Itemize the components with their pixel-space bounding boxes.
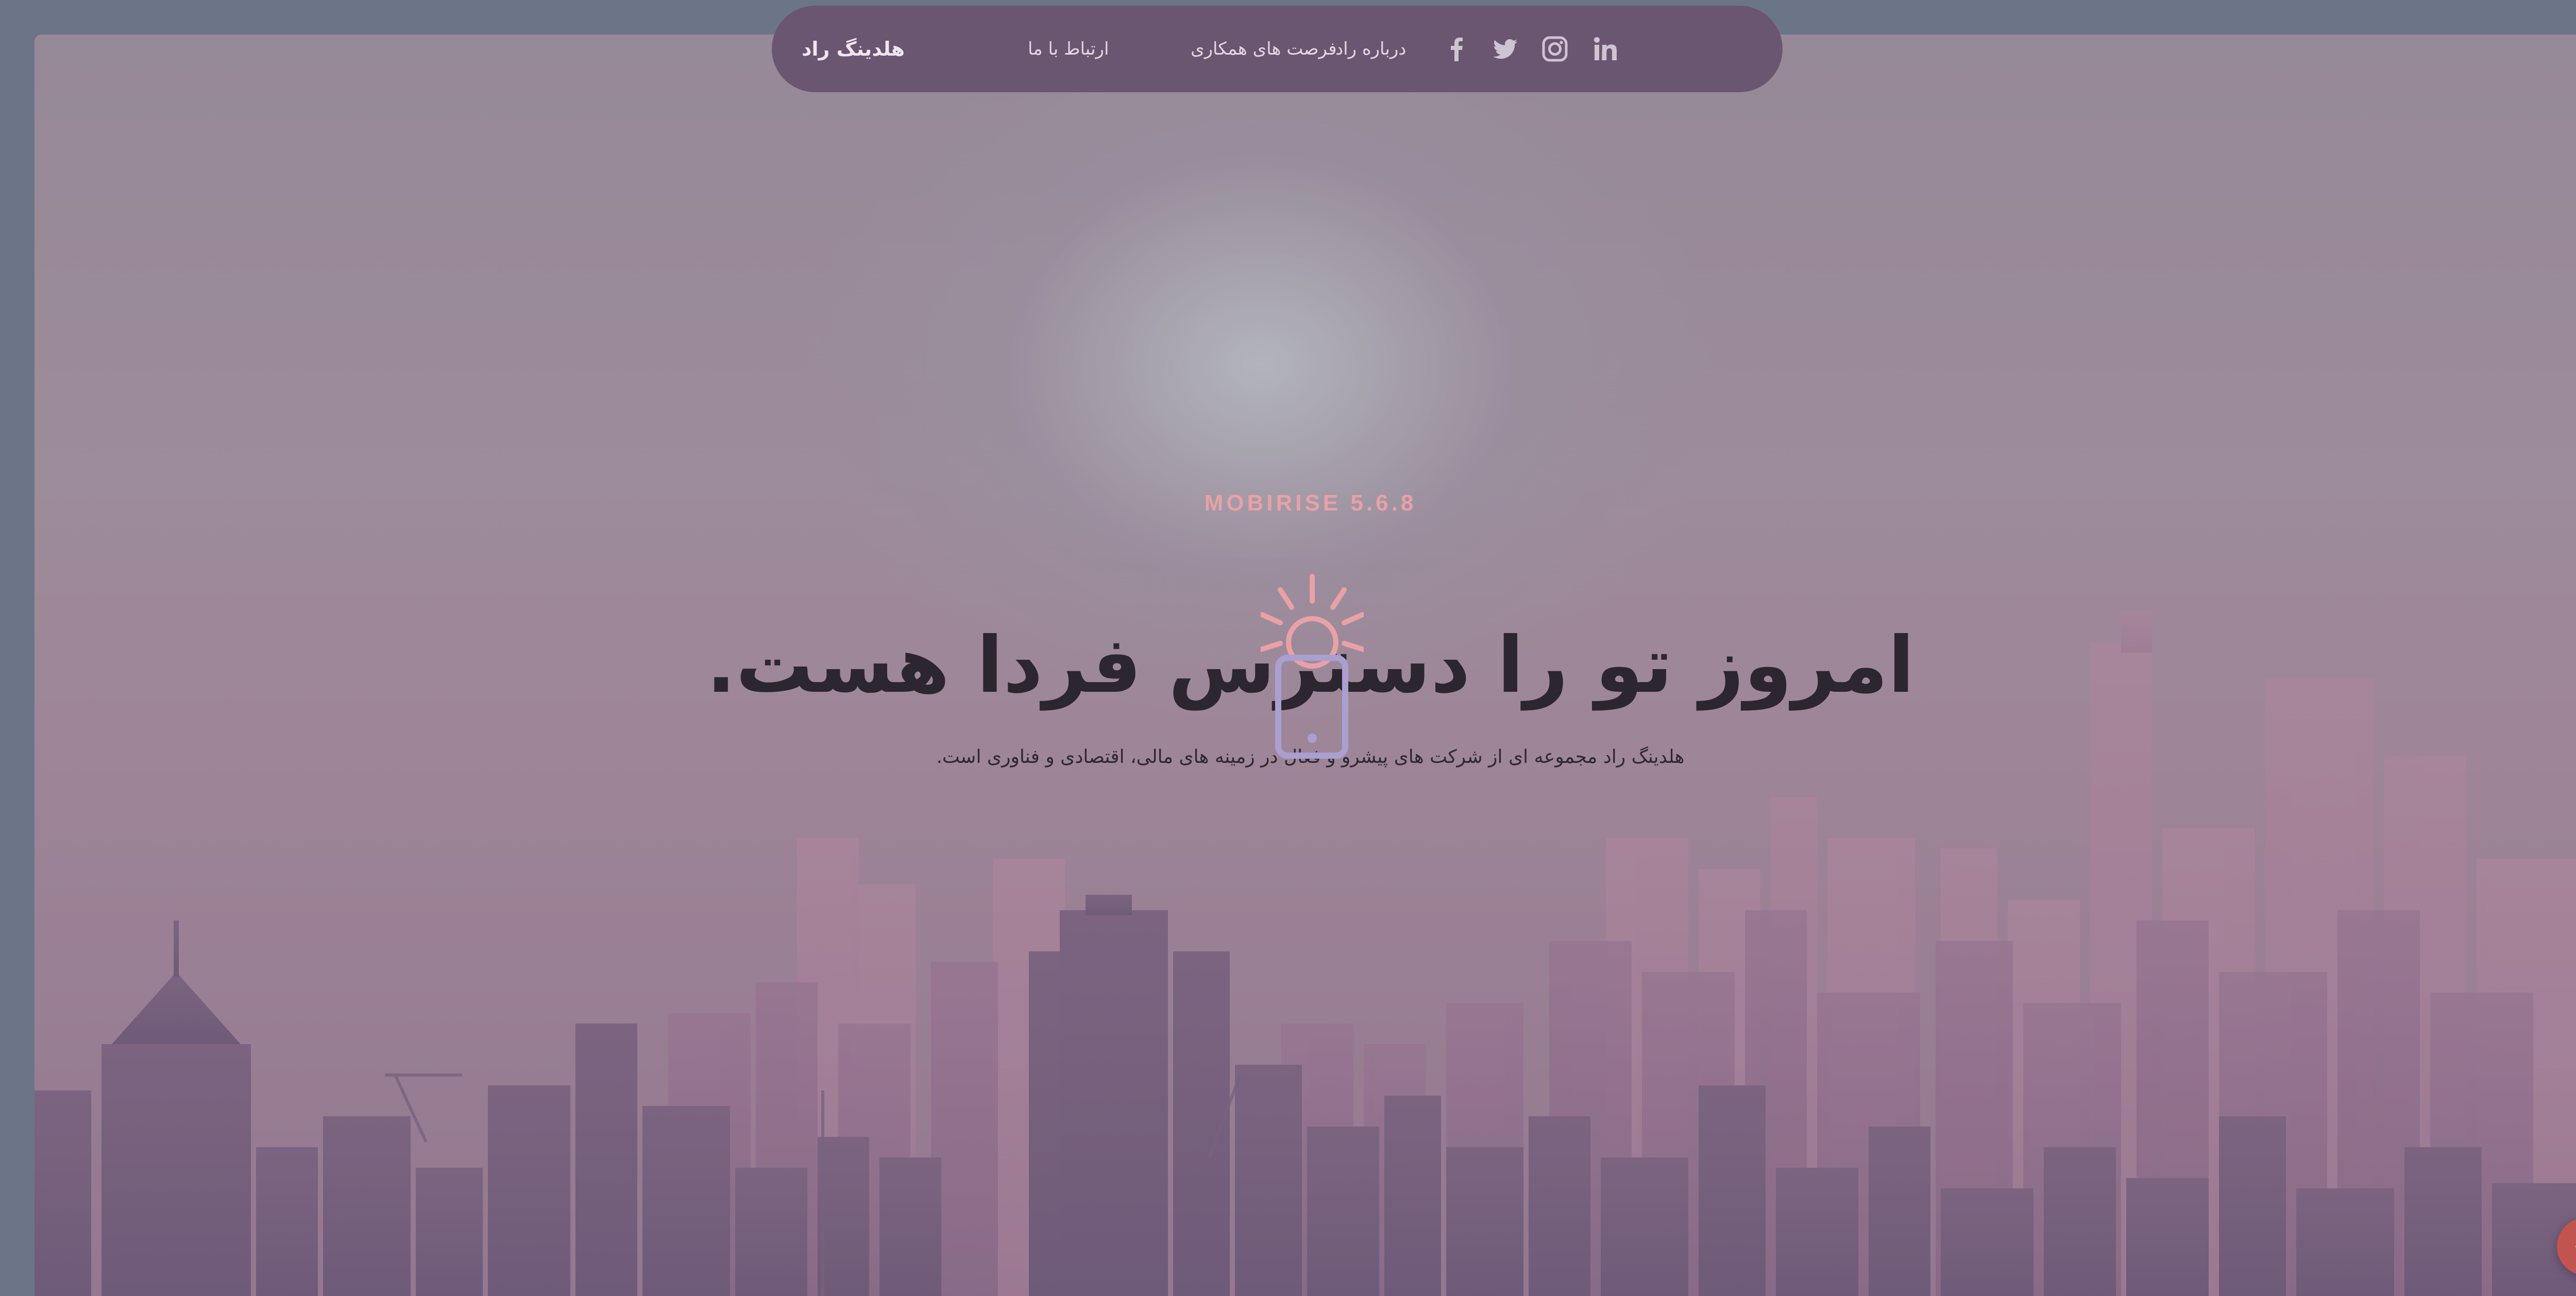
- lightbulb-icon: [1261, 574, 1364, 759]
- twitter-icon[interactable]: [1490, 35, 1519, 63]
- linkedin-icon[interactable]: [1591, 35, 1620, 63]
- nav-item-about[interactable]: درباره راد: [1335, 39, 1406, 59]
- hero-background: MOBIRISE 5.6.8 امروز تو را دسترس فردا هس…: [35, 35, 2576, 1296]
- facebook-icon[interactable]: [1443, 35, 1471, 63]
- hero-tagline: MOBIRISE 5.6.8: [1204, 490, 1417, 516]
- brand-link[interactable]: هلدینگ راد: [802, 38, 905, 60]
- nav-item-contact[interactable]: ارتباط با ما: [1028, 39, 1109, 59]
- nav-item-careers[interactable]: فرصت های همکاری: [1191, 39, 1337, 59]
- plus-icon: [2575, 1246, 2576, 1248]
- add-button[interactable]: [2557, 1218, 2576, 1275]
- navbar: هلدینگ راد ارتباط با ما فرصت های همکاری …: [772, 6, 1783, 92]
- instagram-icon[interactable]: [1540, 35, 1569, 63]
